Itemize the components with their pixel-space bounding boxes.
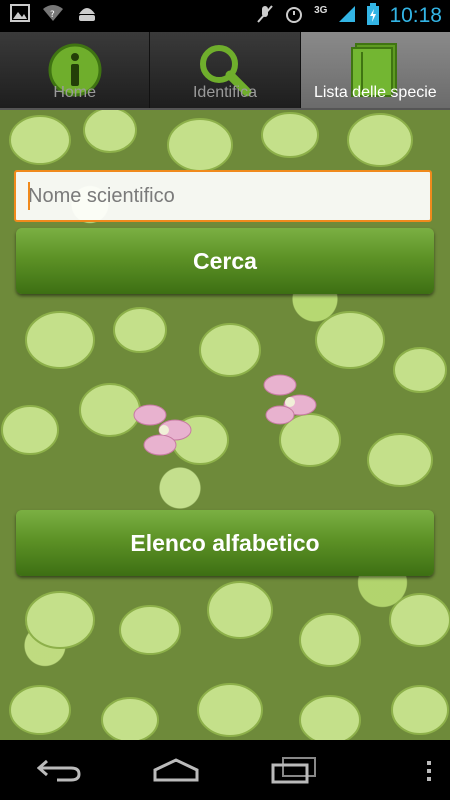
tab-label: Home: [53, 84, 96, 101]
navigation-bar: [0, 740, 450, 800]
alphabetical-list-button[interactable]: Elenco alfabetico: [16, 510, 434, 576]
overflow-menu-dots[interactable]: [426, 760, 432, 787]
mute-icon: [256, 4, 274, 29]
tab-identifica[interactable]: Identifica: [150, 32, 301, 108]
back-icon[interactable]: [29, 750, 89, 790]
tab-lista-specie[interactable]: Lista delle specie: [300, 32, 450, 108]
android-icon: [76, 4, 98, 27]
battery-icon: [367, 2, 380, 30]
species-list-screen: Cerca Elenco alfabetico: [0, 110, 450, 740]
status-bar: ? 3G 10:18: [0, 0, 450, 32]
home-icon[interactable]: [146, 750, 206, 790]
tab-label: Lista delle specie: [313, 84, 437, 101]
network-type: 3G: [314, 4, 328, 16]
alarm-icon: [284, 4, 304, 29]
status-left-icons: ?: [10, 4, 98, 27]
tab-home[interactable]: Home: [0, 32, 151, 108]
scientific-name-input[interactable]: [14, 170, 432, 222]
svg-text:?: ?: [50, 10, 55, 20]
status-right-icons: 3G 10:18: [256, 0, 442, 32]
recent-apps-icon[interactable]: [264, 750, 324, 790]
search-button[interactable]: Cerca: [16, 228, 434, 294]
image-icon: [10, 4, 30, 27]
clock: 10:18: [389, 4, 442, 27]
tab-bar: Home Identifica Lista delle specie: [0, 32, 450, 110]
text-caret: [28, 182, 30, 210]
tab-label: Identifica: [192, 84, 258, 101]
wifi-question-icon: ?: [42, 4, 64, 27]
signal-icon: [337, 4, 357, 29]
